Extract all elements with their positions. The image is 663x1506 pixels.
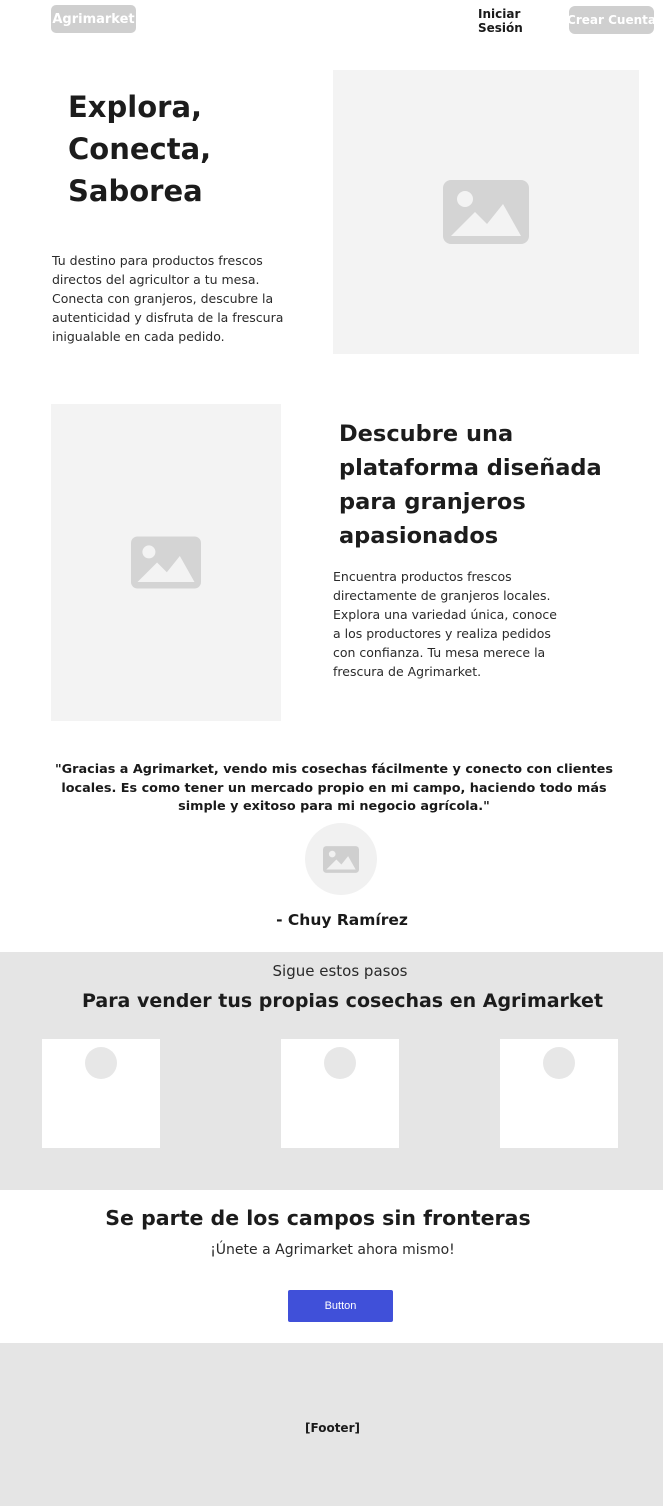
steps-subtitle: Sigue estos pasos — [272, 962, 408, 980]
image-icon — [323, 845, 359, 873]
testimonial-author: - Chuy Ramírez — [276, 911, 408, 929]
feature-image — [51, 404, 281, 721]
cta-button[interactable]: Button — [288, 1290, 393, 1322]
hero-image — [333, 70, 639, 354]
steps-title: Para vender tus propias cosechas en Agri… — [81, 990, 604, 1012]
step-card — [500, 1039, 618, 1148]
step-card — [42, 1039, 160, 1148]
logo-button[interactable]: Agrimarket — [51, 5, 136, 33]
testimonial-avatar — [305, 823, 377, 895]
feature-title: Descubre una plataforma diseñada para gr… — [339, 421, 602, 549]
hero-description: Tu destino para productos frescos direct… — [52, 253, 284, 344]
cta-title: Se parte de los campos sin fronteras — [105, 1206, 531, 1230]
cta-subtitle: ¡Únete a Agrimarket ahora mismo! — [210, 1242, 455, 1258]
login-link[interactable]: Iniciar Sesión — [478, 7, 564, 35]
footer-label: [Footer] — [305, 1421, 360, 1435]
image-icon — [443, 180, 529, 244]
hero-title: Explora, Conecta, Saborea — [68, 90, 212, 208]
signup-button[interactable]: Crear Cuenta — [567, 6, 656, 34]
step-icon — [85, 1047, 117, 1079]
step-icon — [324, 1047, 356, 1079]
step-card — [281, 1039, 399, 1148]
feature-description: Encuentra productos frescos directamente… — [333, 569, 557, 679]
image-icon — [131, 536, 201, 589]
testimonial-quote: "Gracias a Agrimarket, vendo mis cosecha… — [55, 762, 613, 814]
step-icon — [543, 1047, 575, 1079]
